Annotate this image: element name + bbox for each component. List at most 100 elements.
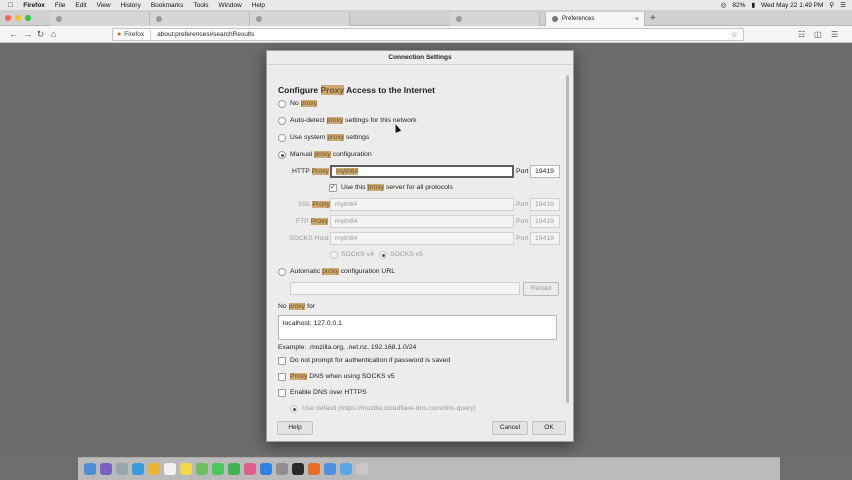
url-text[interactable]: about:preferences#searchResults xyxy=(157,31,254,38)
dns-over-https-checkbox[interactable] xyxy=(278,389,286,397)
help-button[interactable]: Help xyxy=(277,421,313,435)
bookmark-star-icon[interactable]: ☆ xyxy=(731,30,738,39)
label-highlight: proxy xyxy=(314,151,331,158)
socks-port-input[interactable]: 19419 xyxy=(530,232,560,245)
cancel-button[interactable]: Cancel xyxy=(492,421,528,435)
notes-icon[interactable] xyxy=(180,463,192,475)
itunes-icon[interactable] xyxy=(244,463,256,475)
label-highlight: Proxy xyxy=(311,168,329,175)
search-icon[interactable]: ⚲ xyxy=(829,1,834,9)
tab-3[interactable] xyxy=(250,12,350,26)
system-proxy-radio[interactable] xyxy=(278,134,286,142)
back-button[interactable]: ← xyxy=(8,29,19,40)
close-window-button[interactable] xyxy=(5,15,11,21)
no-proxy-radio[interactable] xyxy=(278,100,286,108)
ssl-proxy-input[interactable]: myth64 xyxy=(330,198,514,211)
menu-view[interactable]: View xyxy=(97,2,111,9)
reload-button[interactable]: ↻ xyxy=(35,29,46,40)
launchpad-icon[interactable] xyxy=(116,463,128,475)
label-text: HTTP xyxy=(292,168,312,175)
label-text: server for all protocols xyxy=(384,184,453,191)
battery-icon[interactable]: ▮ xyxy=(751,1,755,9)
photos-icon[interactable] xyxy=(148,463,160,475)
hamburger-menu-icon[interactable]: ☰ xyxy=(831,30,838,39)
firefox-icon[interactable] xyxy=(308,463,320,475)
calendar-icon[interactable] xyxy=(164,463,176,475)
http-port-label: Port xyxy=(516,168,529,175)
menu-window[interactable]: Window xyxy=(219,2,242,9)
forward-button[interactable]: → xyxy=(22,29,33,40)
settings-icon[interactable] xyxy=(276,463,288,475)
battery-level[interactable]: 82% xyxy=(732,2,745,9)
apple-icon[interactable]:  xyxy=(8,2,13,9)
http-proxy-input[interactable]: myth64 xyxy=(330,165,514,178)
menu-history[interactable]: History xyxy=(121,2,141,9)
messages-icon[interactable] xyxy=(212,463,224,475)
ftp-port-input[interactable]: 19419 xyxy=(530,215,560,228)
manual-proxy-radio[interactable] xyxy=(278,151,286,159)
siri-icon[interactable] xyxy=(100,463,112,475)
new-tab-button[interactable]: + xyxy=(650,13,656,24)
menu-clock[interactable]: Wed May 22 1:49 PM xyxy=(761,2,823,9)
socks-host-input[interactable]: myth64 xyxy=(330,232,514,245)
label-text: Use system xyxy=(290,134,328,141)
url-bar[interactable]: ● Firefox about:preferences#searchResult… xyxy=(112,28,744,41)
menu-edit[interactable]: Edit xyxy=(75,2,86,9)
tab-2[interactable] xyxy=(150,12,250,26)
socks-v5-radio[interactable] xyxy=(379,251,387,259)
use-default-dns-radio[interactable] xyxy=(290,405,298,413)
example-hint: Example: .mozilla.org, .net.nz, 192.168.… xyxy=(278,344,417,351)
socks-v5-label: SOCKS v5 xyxy=(390,251,423,258)
reload-button[interactable]: Reload xyxy=(523,282,559,296)
wifi-icon[interactable]: ◎ xyxy=(721,1,727,9)
tab-strip: Preferences × + xyxy=(0,10,852,26)
http-port-input[interactable]: 19419 xyxy=(530,165,560,178)
chrome-icon[interactable] xyxy=(324,463,336,475)
home-button[interactable]: ⌂ xyxy=(48,29,59,40)
label-highlight: proxy xyxy=(326,117,344,124)
tab-4[interactable] xyxy=(450,12,540,26)
ftp-proxy-input[interactable]: myth64 xyxy=(330,215,514,228)
sidebar-icon[interactable]: ◫ xyxy=(814,30,822,39)
proxy-dns-checkbox[interactable] xyxy=(278,373,286,381)
zoom-window-button[interactable] xyxy=(25,15,31,21)
facetime-icon[interactable] xyxy=(228,463,240,475)
menu-bookmarks[interactable]: Bookmarks xyxy=(151,2,184,9)
use-for-all-checkbox[interactable]: ✓ xyxy=(329,184,337,192)
safari-icon[interactable] xyxy=(132,463,144,475)
close-icon[interactable]: × xyxy=(635,16,639,23)
auto-detect-radio[interactable] xyxy=(278,117,286,125)
label-highlight: proxy xyxy=(300,100,318,107)
no-proxy-for-textarea[interactable]: localhost, 127.0.0.1 xyxy=(278,315,557,340)
folder-icon[interactable] xyxy=(340,463,352,475)
favicon-icon xyxy=(456,16,462,22)
menu-file[interactable]: File xyxy=(55,2,65,9)
library-icon[interactable]: ☷ xyxy=(798,30,805,39)
proxy-dns-label: Proxy DNS when using SOCKS v5 xyxy=(290,373,395,380)
ok-button[interactable]: OK xyxy=(532,421,566,435)
socks-v4-radio[interactable] xyxy=(330,251,338,259)
finder-icon[interactable] xyxy=(84,463,96,475)
heading-text: Configure xyxy=(278,85,321,95)
tab-title: Preferences xyxy=(562,16,595,22)
auto-config-url-input[interactable] xyxy=(290,282,520,295)
menu-firefox[interactable]: Firefox xyxy=(23,2,45,9)
label-text: Manual xyxy=(290,151,315,158)
label-highlight: proxy xyxy=(322,268,339,275)
ssl-port-input[interactable]: 19419 xyxy=(530,198,560,211)
dialog-scrollbar[interactable] xyxy=(566,75,569,403)
appstore-icon[interactable] xyxy=(260,463,272,475)
trash-icon[interactable] xyxy=(356,463,368,475)
no-prompt-auth-checkbox[interactable] xyxy=(278,357,286,365)
menu-help[interactable]: Help xyxy=(252,2,265,9)
use-for-all-label: Use this proxy server for all protocols xyxy=(341,184,453,191)
list-icon[interactable]: ☰ xyxy=(840,1,846,9)
label-highlight: proxy xyxy=(288,303,306,310)
menu-tools[interactable]: Tools xyxy=(193,2,208,9)
terminal-icon[interactable] xyxy=(292,463,304,475)
tab-1[interactable] xyxy=(50,12,150,26)
minimize-window-button[interactable] xyxy=(15,15,21,21)
maps-icon[interactable] xyxy=(196,463,208,475)
auto-config-url-radio[interactable] xyxy=(278,268,286,276)
tab-preferences[interactable]: Preferences × xyxy=(545,12,645,26)
